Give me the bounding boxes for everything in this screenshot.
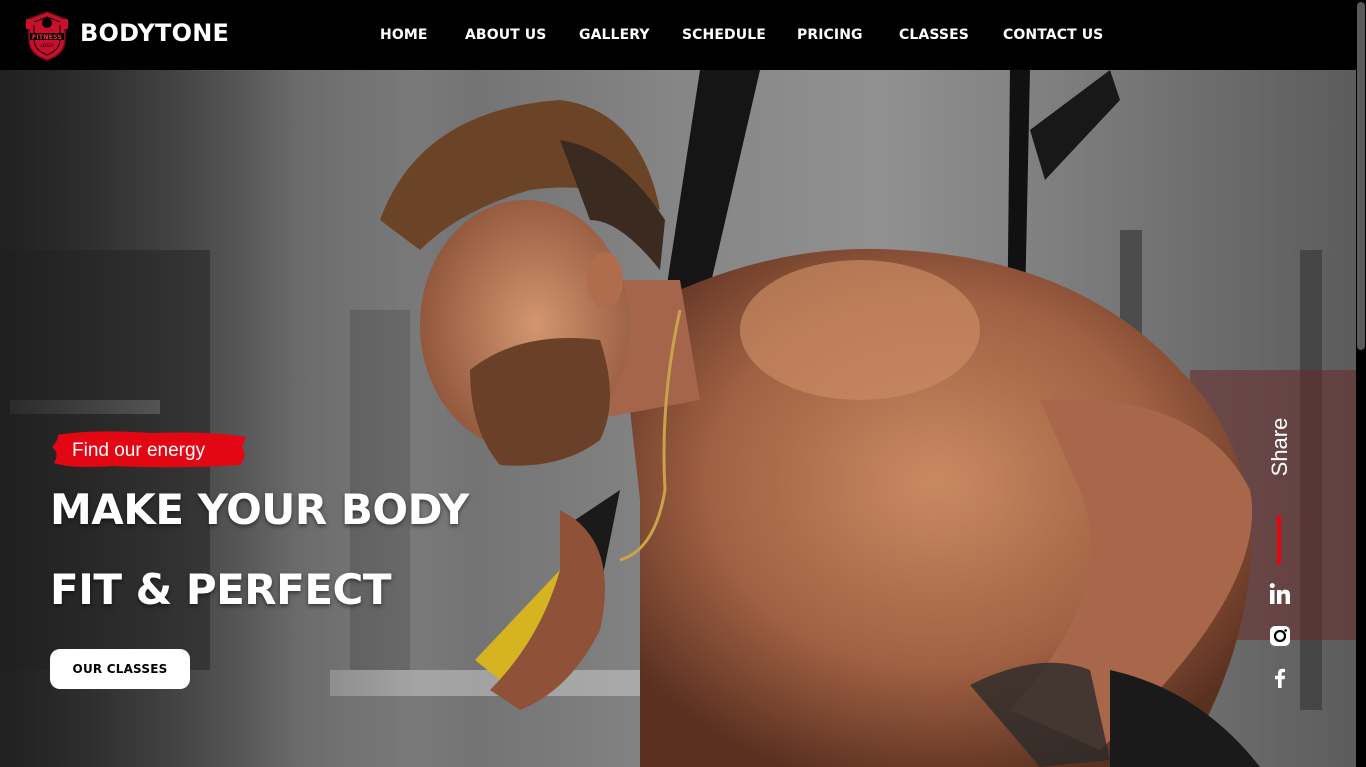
instagram-icon[interactable] <box>1268 624 1292 648</box>
tagline-badge: Find our energy <box>52 429 248 469</box>
nav-link-home[interactable]: HOME <box>380 27 428 43</box>
fitness-logo-icon[interactable]: FITNESS LOGO <box>24 10 70 62</box>
brand-name[interactable]: BODYTONE <box>80 19 229 47</box>
share-divider <box>1277 515 1281 565</box>
svg-text:FITNESS: FITNESS <box>32 33 63 41</box>
nav-link-pricing[interactable]: PRICING <box>797 27 863 43</box>
nav-link-classes[interactable]: CLASSES <box>899 27 969 43</box>
share-label: Share <box>1262 410 1298 482</box>
tagline-text: Find our energy <box>72 440 206 461</box>
share-text: Share <box>1267 417 1292 477</box>
facebook-icon[interactable] <box>1268 666 1292 690</box>
nav-link-gallery[interactable]: GALLERY <box>579 27 650 43</box>
nav-link-contact-us[interactable]: CONTACT US <box>1003 27 1103 43</box>
nav-link-about-us[interactable]: ABOUT US <box>465 27 546 43</box>
hero-section: Find our energy MAKE YOUR BODY FIT & PER… <box>0 70 1356 767</box>
our-classes-button[interactable]: OUR CLASSES <box>50 649 190 689</box>
linkedin-icon[interactable] <box>1268 582 1292 606</box>
hero-headline-line1: MAKE YOUR BODY <box>50 485 469 534</box>
nav-link-schedule[interactable]: SCHEDULE <box>682 27 766 43</box>
site-header: FITNESS LOGO BODYTONE HOME ABOUT US GALL… <box>0 0 1366 70</box>
hero-headline-line2: FIT & PERFECT <box>50 565 392 614</box>
hero-background-image <box>0 70 1356 767</box>
page-scrollbar[interactable] <box>1356 0 1366 767</box>
svg-text:LOGO: LOGO <box>41 43 54 49</box>
scrollbar-thumb[interactable] <box>1357 2 1365 350</box>
